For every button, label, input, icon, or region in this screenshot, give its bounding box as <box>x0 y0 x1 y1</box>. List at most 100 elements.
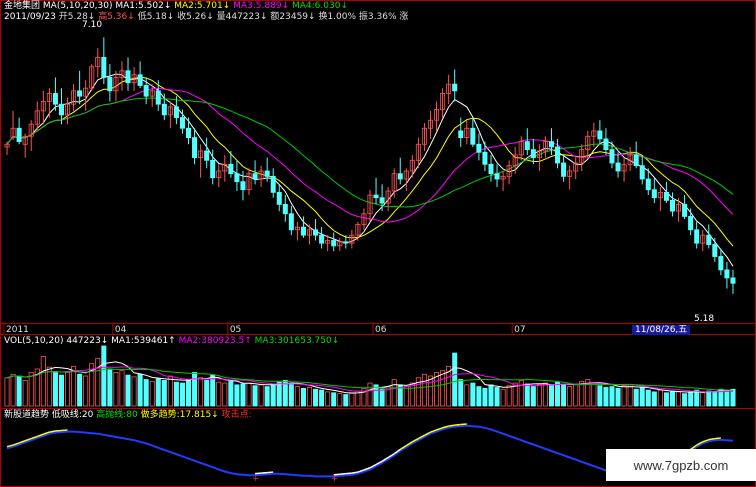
volume-bar <box>536 384 542 407</box>
volume-bar <box>427 375 434 407</box>
candle-body <box>548 141 555 148</box>
volume-bar <box>694 389 700 407</box>
candle-body <box>77 90 83 97</box>
osc-rising-segment <box>267 471 274 474</box>
x-tick-label: 2011 <box>6 325 29 335</box>
candle-body <box>192 137 198 159</box>
candle-body <box>155 90 161 105</box>
candle-body <box>282 204 288 215</box>
ma1-value: MA1:5.502↓ <box>115 1 172 11</box>
quote-turnover: 换1.00% <box>318 12 357 22</box>
candle-body <box>313 229 319 236</box>
volume-bar <box>343 394 349 407</box>
volume-bar <box>83 375 89 407</box>
volume-bar <box>58 374 64 407</box>
candle-body <box>204 150 210 161</box>
volume-bar <box>561 384 567 407</box>
osc-rising-segment <box>339 472 346 475</box>
volume-bar <box>645 389 651 407</box>
volume-bar <box>349 392 355 407</box>
vol-ma3: MA3:301653.750↓ <box>254 336 340 346</box>
volume-bar <box>676 391 682 407</box>
candle-body <box>458 130 464 138</box>
candle-body <box>270 175 276 193</box>
candle-body <box>597 130 603 140</box>
stock-name: 金地集团 <box>4 1 41 11</box>
volume-bar <box>633 388 639 407</box>
candle-body <box>373 194 379 199</box>
candle-body <box>494 173 500 180</box>
volume-bar <box>264 386 270 407</box>
volume-bar <box>669 390 675 407</box>
volume-bar <box>198 377 204 407</box>
candle-body <box>706 234 712 245</box>
cursor-date-label: 11/08/26,五 <box>632 325 691 335</box>
volume-bar <box>518 380 524 407</box>
osc-rising-segment <box>55 429 62 432</box>
price-low-label: 5.18 <box>694 314 715 324</box>
volume-bar <box>331 392 337 407</box>
candle-body <box>101 57 107 78</box>
vol-label: VOL(5,10,20) <box>4 336 64 346</box>
volume-bar <box>597 385 603 407</box>
candle-body <box>331 240 337 247</box>
candle-body <box>663 191 669 201</box>
volume-bar <box>657 389 663 407</box>
volume-bar <box>621 385 627 407</box>
volume-bar <box>125 374 131 407</box>
volume-bar <box>458 379 464 407</box>
volume-bar <box>555 381 561 407</box>
volume-bar <box>319 389 325 407</box>
attack-marker: + <box>331 474 339 484</box>
quote-close: 收5.26↓ <box>177 12 214 22</box>
candle-body <box>125 70 131 84</box>
volume-bar <box>337 393 343 407</box>
candle-body <box>476 143 482 153</box>
candle-body <box>210 159 216 179</box>
volume-bar <box>131 376 137 407</box>
candle-body <box>107 77 113 92</box>
volume-bar <box>288 382 294 407</box>
volume-bar <box>294 386 300 407</box>
x-tick-label: 06 <box>375 325 387 335</box>
volume-bar <box>113 372 119 407</box>
osc-attack-point: 攻击点: <box>221 410 252 420</box>
candle-body <box>561 162 567 177</box>
volume-bar <box>421 373 427 407</box>
volume-bar <box>530 386 536 407</box>
volume-bar <box>65 372 71 407</box>
osc-rising-segment <box>714 437 721 440</box>
candle-body <box>712 244 718 257</box>
x-axis: 20110405060708 <box>3 324 671 335</box>
volume-bar <box>688 391 694 407</box>
volume-bar <box>452 352 458 407</box>
candle-body <box>555 146 561 164</box>
candle-body <box>682 204 688 217</box>
candle-body <box>470 127 476 145</box>
volume-bar <box>706 390 712 407</box>
vol-ma5-line <box>6 361 734 394</box>
watermark: www.7gpzb.com <box>606 449 756 481</box>
x-tick-label: 05 <box>230 325 241 335</box>
osc-rising-segment <box>351 471 359 474</box>
volume-bar <box>101 345 107 407</box>
volume-bar <box>663 392 669 407</box>
vol-ma1: MA1:539461↑ <box>111 336 176 346</box>
volume-bar <box>240 383 246 407</box>
volume-bar <box>488 384 494 407</box>
volume-bar <box>482 387 488 407</box>
volume-bar <box>500 388 506 407</box>
candle-body <box>651 189 657 199</box>
quote-date: 2011/09/23 <box>4 12 56 22</box>
candle-body <box>645 178 651 191</box>
osc-rising-segment <box>49 430 56 433</box>
volume-bar <box>391 379 397 407</box>
volume-bar <box>228 380 234 407</box>
price-high-label: 7.10 <box>82 20 103 30</box>
volume-bar <box>440 370 446 407</box>
candle-body <box>288 213 294 231</box>
ma4-value: MA4:6.030↓ <box>292 1 348 11</box>
volume-bar <box>651 391 657 407</box>
quote-change: 涨 <box>399 12 409 22</box>
candle-body <box>669 199 675 212</box>
